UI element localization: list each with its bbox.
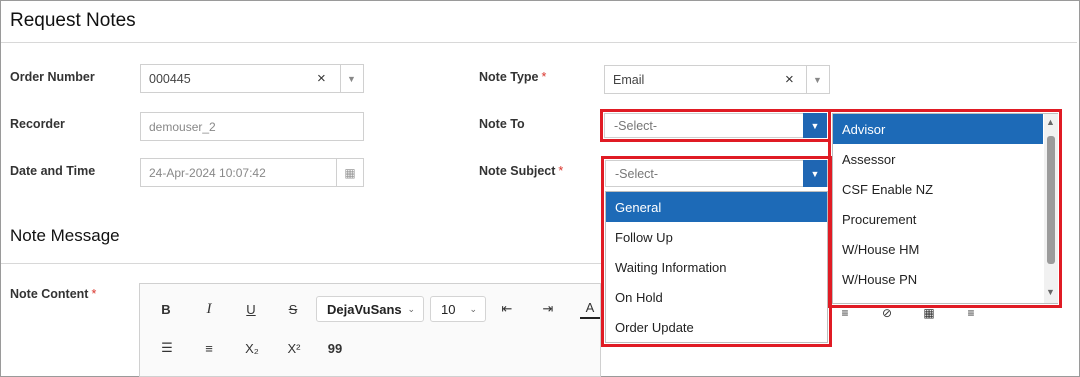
note-subject-menu: General Follow Up Waiting Information On… [605,191,828,343]
numbered-list-icon[interactable]: ≡ [198,338,220,358]
note-to-option-assessor[interactable]: Assessor [833,144,1043,174]
divider [1,263,601,264]
note-to-placeholder: -Select- [614,118,658,133]
note-subject-option-follow-up[interactable]: Follow Up [606,222,827,252]
date-time-value: 24-Apr-2024 10:07:42 [149,165,266,180]
note-type-field[interactable]: Email [604,65,830,94]
order-number-dropdown-icon[interactable]: ▼ [340,65,362,92]
order-number-field[interactable]: 000445 [140,64,364,93]
note-to-label: Note To [479,117,525,131]
superscript-button[interactable]: X² [282,338,306,358]
note-type-label: Note Type * [479,70,547,84]
order-number-label: Order Number [10,70,95,84]
clear-note-type-icon[interactable]: × [785,71,794,88]
note-subject-placeholder: -Select- [615,166,659,181]
recorder-field: demouser_2 [140,112,364,141]
note-to-option-procurement[interactable]: Procurement [833,204,1043,234]
note-subject-label: Note Subject * [479,164,564,178]
scrollbar-thumb[interactable] [1047,136,1055,264]
calendar-icon[interactable]: ▦ [336,159,363,186]
link-icon[interactable]: ⊘ [878,306,896,320]
chevron-down-icon: ⌄ [407,303,415,314]
bulleted-list-icon[interactable]: ☰ [156,338,178,358]
recorder-value: demouser_2 [149,119,216,134]
note-to-dropdown-icon[interactable]: ▼ [803,113,827,138]
font-family-select[interactable]: DejaVuSans ⌄ [316,296,424,322]
note-to-menu: Advisor Assessor CSF Enable NZ Procureme… [832,113,1058,304]
note-type-value: Email [613,72,645,87]
scroll-down-icon[interactable]: ▼ [1046,287,1055,297]
bold-button[interactable]: B [156,299,176,319]
font-size-select[interactable]: 10 ⌄ [430,296,486,322]
strikethrough-button[interactable]: S [283,299,303,319]
note-subject-option-waiting-information[interactable]: Waiting Information [606,252,827,282]
section-title: Note Message [10,226,120,245]
decrease-indent-icon[interactable]: ⇤ [496,299,518,319]
format-clear-icon[interactable]: ≡ [962,306,980,320]
note-subject-dropdown-icon[interactable]: ▼ [803,160,827,187]
page-title: Request Notes [10,10,136,31]
chevron-down-icon: ⌄ [469,303,477,314]
order-number-value: 000445 [149,71,191,86]
note-subject-option-general[interactable]: General [606,192,827,222]
note-to-option-csf-enable-nz[interactable]: CSF Enable NZ [833,174,1043,204]
clear-order-number-icon[interactable]: × [317,70,326,87]
note-to-option-wh-pn[interactable]: W/House PN [833,264,1043,294]
date-time-label: Date and Time [10,164,96,178]
increase-indent-icon[interactable]: ⇥ [537,299,559,319]
font-color-button[interactable]: A [580,297,600,319]
note-to-select[interactable]: -Select- [604,113,827,138]
table-icon[interactable]: ▦ [920,306,938,320]
underline-button[interactable]: U [241,299,261,319]
note-to-option-advisor[interactable]: Advisor [833,114,1043,144]
note-type-dropdown-icon[interactable]: ▼ [806,66,828,93]
align-icon[interactable]: ≡ [836,306,854,320]
date-time-field[interactable]: 24-Apr-2024 10:07:42 [140,158,364,187]
note-subject-option-order-update[interactable]: Order Update [606,312,827,342]
recorder-label: Recorder [10,117,65,131]
divider [1,42,1077,43]
blockquote-button[interactable]: 99 [324,338,346,358]
note-subject-select[interactable]: -Select- [605,160,828,187]
italic-button[interactable]: I [199,299,219,319]
scroll-up-icon[interactable]: ▲ [1046,117,1055,127]
note-subject-option-on-hold[interactable]: On Hold [606,282,827,312]
note-to-option-wh-hm[interactable]: W/House HM [833,234,1043,264]
note-content-label: Note Content * [10,287,97,301]
subscript-button[interactable]: X₂ [240,338,264,358]
